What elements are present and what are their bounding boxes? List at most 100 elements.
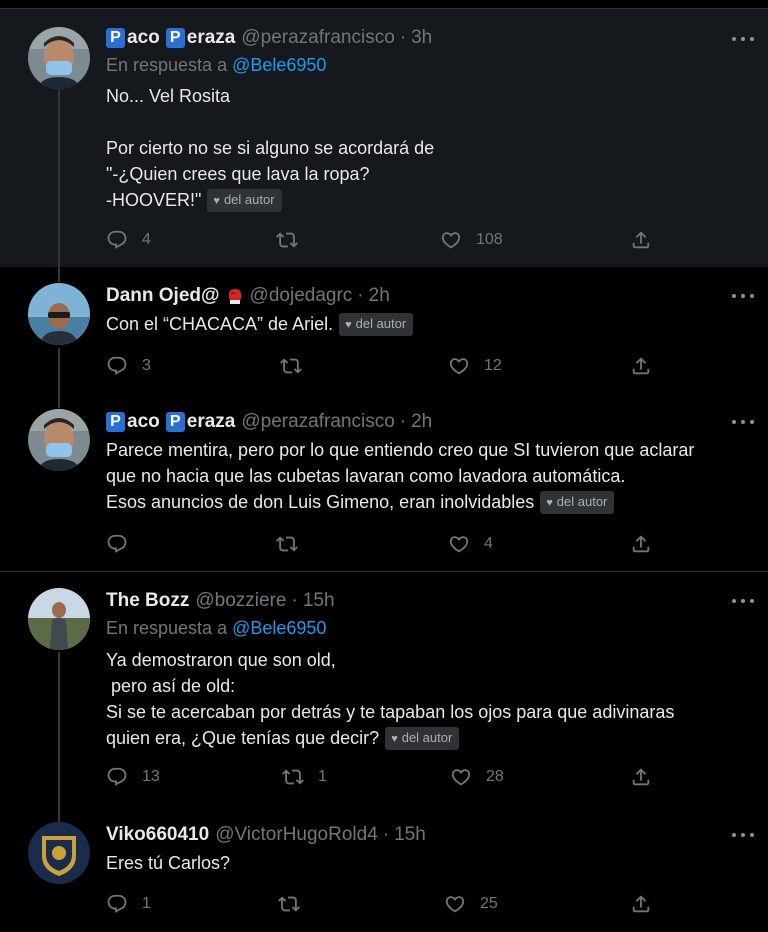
like-button[interactable]: 12	[448, 353, 502, 379]
thread-line	[58, 89, 60, 267]
like-button[interactable]: 4	[448, 531, 493, 557]
reply-context: En respuesta a @Bele6950	[106, 618, 327, 638]
tweet-5[interactable]: Viko660410 @VictorHugoRold4 · 15h Eres t…	[0, 812, 768, 932]
retweet-button[interactable]	[276, 531, 312, 557]
more-options-icon[interactable]	[732, 831, 754, 839]
like-button[interactable]: 28	[450, 764, 504, 790]
reply-icon	[106, 229, 128, 251]
liked-by-author-badge: ♥ del autor	[540, 490, 615, 514]
heart-icon: ♥	[213, 194, 220, 207]
thread-line	[58, 812, 60, 822]
retweet-icon	[276, 229, 298, 251]
thread-line	[58, 652, 60, 812]
tweet-actions: 13 1 28	[106, 764, 666, 790]
more-options-icon[interactable]	[732, 597, 754, 605]
liked-by-author-badge: ♥ del autor	[339, 312, 414, 336]
like-button[interactable]: 25	[444, 891, 498, 917]
liked-by-author-badge: ♥ del autor	[385, 726, 460, 750]
heart-icon: ♥	[391, 732, 398, 745]
like-button[interactable]: 108	[440, 227, 503, 253]
tweet-header: The Bozz @bozziere · 15h	[106, 590, 335, 612]
share-button[interactable]	[630, 764, 652, 790]
tweet-header: Dann Ojed@ @dojedagrc · 2h	[106, 285, 390, 307]
boxing-glove-icon	[226, 287, 244, 305]
reply-to-link[interactable]: @Bele6950	[232, 55, 326, 75]
avatar[interactable]	[28, 588, 90, 650]
reply-button[interactable]: 4	[106, 227, 151, 253]
share-button[interactable]	[630, 353, 652, 379]
tweet-text: No... Vel Rosita Por cierto no se si alg…	[106, 86, 435, 212]
share-button[interactable]	[630, 891, 652, 917]
reply-icon	[106, 893, 128, 915]
reply-button[interactable]: 3	[106, 353, 151, 379]
like-icon	[440, 229, 462, 251]
tweet-actions: 1 25	[106, 891, 666, 917]
reply-button[interactable]	[106, 531, 142, 557]
reply-button[interactable]: 13	[106, 764, 160, 790]
tweet-header: Paco Peraza @perazafrancisco · 3h	[106, 25, 432, 51]
more-options-icon[interactable]	[732, 418, 754, 426]
thread-line	[58, 393, 60, 408]
tweet-2[interactable]: Dann Ojed@ @dojedagrc · 2h Con el “CHACA…	[0, 267, 768, 393]
tweet-actions: 4 108	[106, 227, 666, 253]
share-icon	[630, 766, 652, 788]
author-handle[interactable]: @VictorHugoRold4	[215, 824, 378, 846]
heart-icon: ♥	[546, 496, 553, 509]
thread-line	[58, 267, 60, 282]
reply-icon	[106, 533, 128, 555]
tweet-time[interactable]: 2h	[369, 285, 390, 307]
share-icon	[630, 229, 652, 251]
tweet-text: Eres tú Carlos?	[106, 853, 231, 873]
retweet-icon	[282, 766, 304, 788]
retweet-button[interactable]: 1	[282, 764, 327, 790]
more-options-icon[interactable]	[732, 35, 754, 43]
reply-icon	[106, 766, 128, 788]
like-icon	[448, 533, 470, 555]
author-handle[interactable]: @perazafrancisco	[241, 411, 394, 433]
tweet-time[interactable]: 15h	[303, 590, 335, 612]
share-icon	[630, 893, 652, 915]
tweet-3[interactable]: Paco Peraza @perazafrancisco · 2h Parece …	[0, 393, 768, 571]
retweet-icon	[278, 893, 300, 915]
avatar[interactable]	[28, 822, 90, 884]
tweet-text: Ya demostraron que son old, pero así de …	[106, 650, 675, 750]
tweet-actions: 3 12	[106, 353, 666, 379]
liked-by-author-badge: ♥ del autor	[207, 188, 282, 212]
tweet-1[interactable]: Paco Peraza @perazafrancisco · 3h En resp…	[0, 9, 768, 267]
author-handle[interactable]: @bozziere	[195, 590, 286, 612]
author-name[interactable]: Dann Ojed@	[106, 285, 220, 307]
author-handle[interactable]: @perazafrancisco	[241, 27, 394, 49]
retweet-icon	[276, 533, 298, 555]
retweet-button[interactable]	[280, 353, 316, 379]
author-name[interactable]: Paco Peraza	[106, 411, 235, 433]
author-name[interactable]: The Bozz	[106, 590, 189, 612]
reply-to-link[interactable]: @Bele6950	[232, 618, 326, 638]
author-name[interactable]: Paco Peraza	[106, 27, 235, 49]
tweet-header: Viko660410 @VictorHugoRold4 · 15h	[106, 824, 426, 846]
share-button[interactable]	[630, 227, 652, 253]
tweet-text: Con el “CHACACA” de Ariel. ♥ del autor	[106, 311, 414, 337]
share-icon	[630, 533, 652, 555]
avatar[interactable]	[28, 283, 90, 345]
tweet-time[interactable]: 3h	[411, 27, 432, 49]
like-icon	[444, 893, 466, 915]
thread-line	[58, 348, 60, 393]
avatar[interactable]	[28, 27, 90, 89]
tweet-time[interactable]: 15h	[394, 824, 426, 846]
retweet-icon	[280, 355, 302, 377]
retweet-button[interactable]	[276, 227, 312, 253]
tweet-header: Paco Peraza @perazafrancisco · 2h	[106, 409, 432, 435]
reply-context: En respuesta a @Bele6950	[106, 55, 327, 75]
more-options-icon[interactable]	[732, 292, 754, 300]
tweet-4[interactable]: The Bozz @bozziere · 15h En respuesta a …	[0, 572, 768, 812]
share-button[interactable]	[630, 531, 652, 557]
reply-button[interactable]: 1	[106, 891, 151, 917]
avatar[interactable]	[28, 409, 90, 471]
like-icon	[450, 766, 472, 788]
tweet-actions: 4	[106, 531, 666, 557]
author-handle[interactable]: @dojedagrc	[250, 285, 353, 307]
tweet-time[interactable]: 2h	[411, 411, 432, 433]
author-name[interactable]: Viko660410	[106, 824, 209, 846]
retweet-button[interactable]	[278, 891, 314, 917]
reply-icon	[106, 355, 128, 377]
